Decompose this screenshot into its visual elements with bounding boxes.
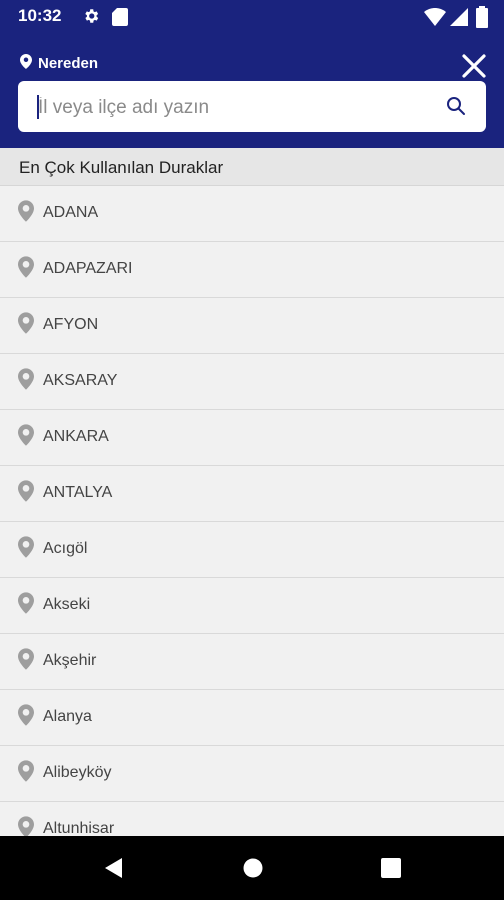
list-item[interactable]: ADANA — [0, 186, 504, 242]
sd-card-icon — [112, 8, 128, 30]
stop-name: ANKARA — [43, 428, 109, 445]
location-pin-icon — [18, 704, 34, 730]
stop-name: Akseki — [43, 596, 91, 613]
from-label: Nereden — [38, 55, 99, 72]
search-input[interactable] — [36, 81, 440, 134]
battery-icon — [476, 6, 488, 32]
stop-name: Altunhisar — [43, 820, 115, 836]
location-pin-icon — [18, 536, 34, 562]
stop-name: ANTALYA — [43, 484, 113, 501]
list-item[interactable]: Alanya — [0, 690, 504, 746]
list-item[interactable]: ANTALYA — [0, 466, 504, 522]
list-item[interactable]: ANKARA — [0, 410, 504, 466]
status-bar: 10:32 — [0, 0, 504, 34]
stop-name: Alibeyköy — [43, 764, 112, 781]
location-pin-icon — [18, 592, 34, 618]
stop-name: AFYON — [43, 316, 99, 333]
status-time: 10:32 — [18, 6, 62, 25]
location-pin-icon — [18, 256, 34, 282]
stop-name: Acıgöl — [43, 540, 88, 557]
stop-name: AKSARAY — [43, 372, 118, 389]
gear-icon — [82, 7, 100, 29]
close-button[interactable] — [458, 50, 490, 82]
list-item[interactable]: Alibeyköy — [0, 746, 504, 802]
section-title: En Çok Kullanılan Duraklar — [19, 158, 224, 177]
location-pin-icon — [18, 424, 34, 450]
location-pin-icon — [18, 312, 34, 338]
list-item[interactable]: AKSARAY — [0, 354, 504, 410]
text-caret — [37, 95, 39, 119]
stop-name: Akşehir — [43, 652, 97, 669]
list-item[interactable]: AFYON — [0, 298, 504, 354]
list-item[interactable]: ADAPAZARI — [0, 242, 504, 298]
recents-icon[interactable] — [380, 856, 402, 884]
navigation-bar — [0, 836, 504, 900]
home-icon[interactable] — [242, 856, 264, 884]
back-icon[interactable] — [102, 856, 124, 884]
list-item[interactable]: Acıgöl — [0, 522, 504, 578]
signal-icon — [450, 8, 468, 30]
from-row: Nereden — [20, 54, 98, 73]
stops-list[interactable]: ADANA ADAPAZARI AFYON AKSARAY ANKARA ANTALYA A… — [0, 186, 504, 836]
list-item[interactable]: Akseki — [0, 578, 504, 634]
location-pin-icon — [18, 648, 34, 674]
location-pin-icon — [18, 200, 34, 226]
location-pin-icon — [18, 480, 34, 506]
section-header: En Çok Kullanılan Duraklar — [0, 148, 504, 186]
location-pin-icon — [18, 760, 34, 786]
location-pin-icon — [20, 54, 32, 73]
location-pin-icon — [18, 816, 34, 836]
search-icon[interactable] — [446, 96, 466, 120]
list-item[interactable]: Altunhisar — [0, 802, 504, 836]
location-pin-icon — [18, 368, 34, 394]
stop-name: Alanya — [43, 708, 92, 725]
stop-name: ADANA — [43, 204, 99, 221]
list-item[interactable]: Akşehir — [0, 634, 504, 690]
search-header: Nereden — [0, 34, 504, 148]
wifi-icon — [424, 7, 446, 30]
stop-name: ADAPAZARI — [43, 260, 133, 277]
search-box — [18, 81, 486, 134]
